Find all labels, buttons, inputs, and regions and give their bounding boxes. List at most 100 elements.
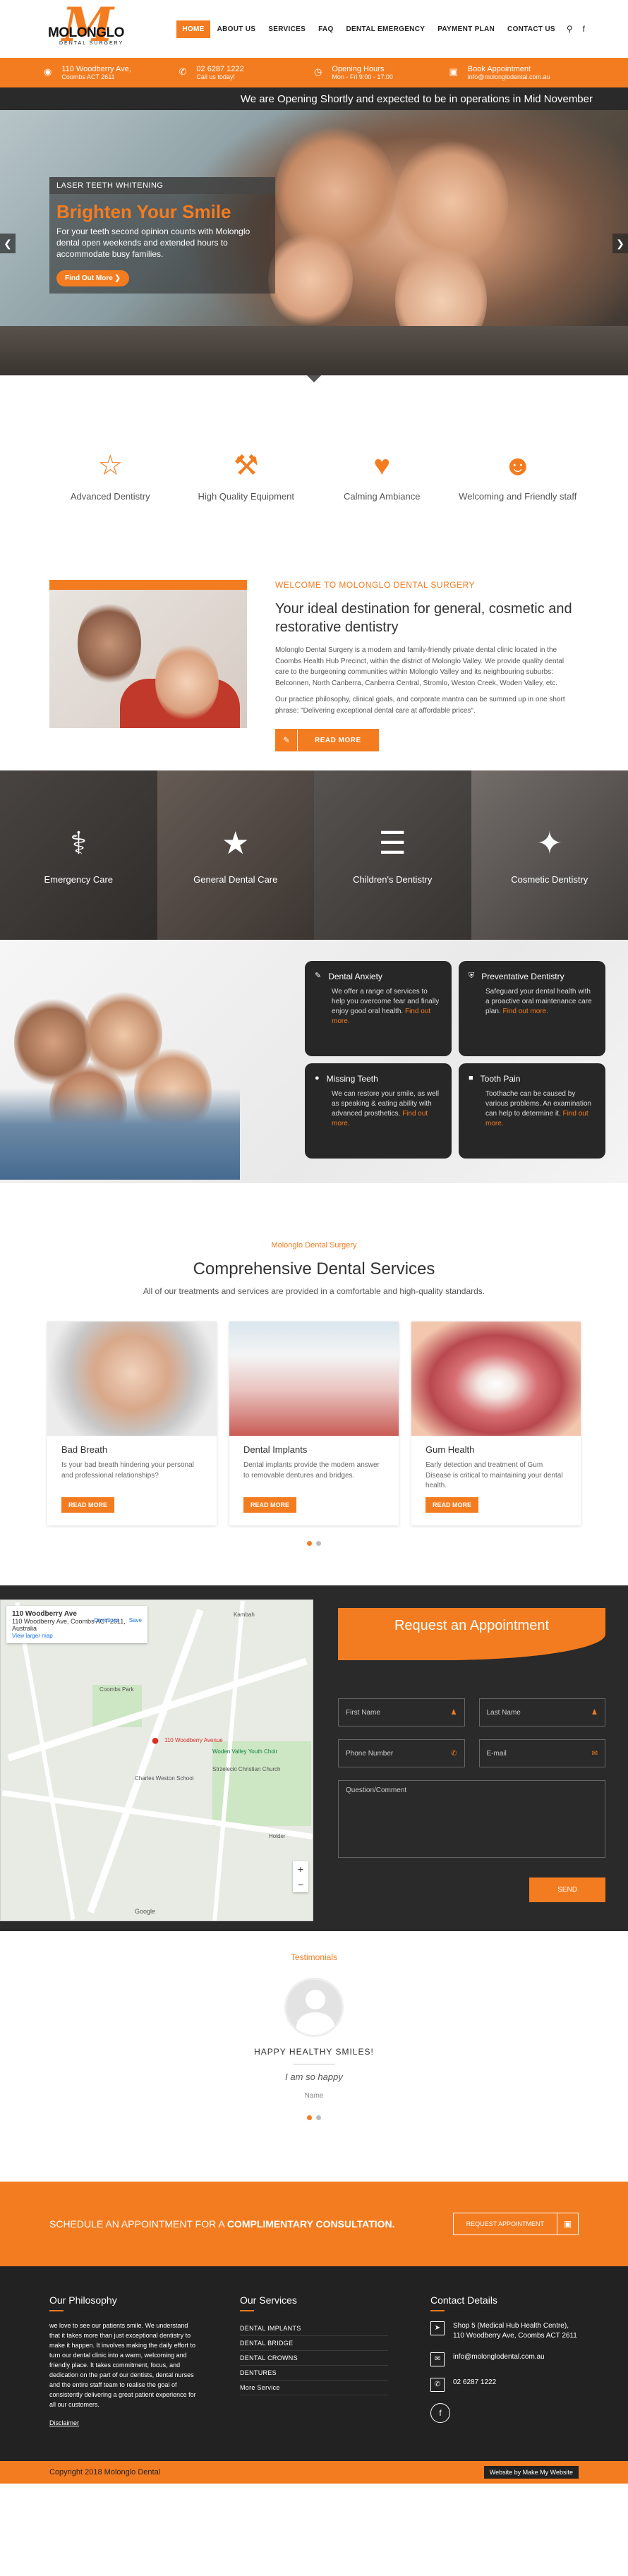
slider-next-button[interactable]: ❯ <box>612 234 628 253</box>
map-view-larger-link[interactable]: View larger map <box>12 1633 53 1639</box>
footer-heading: Our Philosophy <box>49 2294 117 2306</box>
footer-service-link[interactable]: More Service <box>240 2381 388 2395</box>
disclaimer-link[interactable]: Disclaimer <box>49 2419 198 2426</box>
map-zoom-control[interactable]: + − <box>293 1861 308 1892</box>
feature-ambiance: ♥ Calming Ambiance <box>318 446 445 509</box>
cta-text-b: COMPLIMENTARY CONSULTATION. <box>227 2218 395 2230</box>
carousel-dot-2[interactable] <box>316 1541 321 1546</box>
service-emergency[interactable]: ⚕ Emergency Care <box>0 770 157 940</box>
service-children[interactable]: ☰ Children's Dentistry <box>314 770 471 940</box>
book-email: info@molonglodental.com.au <box>467 73 550 80</box>
hero-caption: LASER TEETH WHITENING Brighten Your Smil… <box>49 177 275 294</box>
hero-sofa <box>0 326 628 375</box>
treatment-read-more-button[interactable]: READ MORE <box>243 1497 297 1513</box>
site-header: M MOLONGLO DENTAL SURGERY HOME ABOUT US … <box>0 0 628 58</box>
testimonial-dot-1[interactable] <box>307 2115 312 2120</box>
google-map[interactable]: 110 Woodberry Ave 110 Woodberry Ave, Coo… <box>0 1600 313 1921</box>
treatment-card-implants: Dental Implants Dental implants provide t… <box>229 1322 399 1525</box>
family-image <box>0 989 261 1180</box>
welcome-paragraph-1: Molonglo Dental Surgery is a modern and … <box>275 646 564 687</box>
facebook-icon[interactable]: f <box>579 24 589 34</box>
first-name-field[interactable]: First Name ♟ <box>338 1698 465 1727</box>
nav-payment-plan[interactable]: PAYMENT PLAN <box>432 20 500 38</box>
treatment-image <box>47 1322 217 1436</box>
location-icon: ◉ <box>44 66 52 77</box>
search-icon[interactable]: ⚲ <box>562 24 577 34</box>
logo[interactable]: M MOLONGLO DENTAL SURGERY <box>44 1 128 54</box>
testimonial-dot-2[interactable] <box>316 2115 321 2120</box>
nav-about[interactable]: ABOUT US <box>212 20 262 38</box>
request-appointment-label: REQUEST APPOINTMENT <box>466 2220 544 2227</box>
cta-bar: SCHEDULE AN APPOINTMENT FOR A COMPLIMENT… <box>0 2182 628 2266</box>
footer-services: Our Services DENTAL IMPLANTS DENTAL BRID… <box>240 2294 388 2461</box>
last-name-field[interactable]: Last Name ♟ <box>478 1698 605 1727</box>
contact-phone[interactable]: ✆ 02 6287 1222 <box>430 2378 579 2392</box>
map-pin-icon[interactable]: ● <box>151 1733 159 1749</box>
phone-field[interactable]: Phone Number ✆ <box>338 1739 465 1767</box>
info-book[interactable]: ▣ Book Appointment info@molonglodental.co… <box>449 65 585 80</box>
map-label: Kambah <box>234 1611 255 1618</box>
slider-prev-button[interactable]: ❮ <box>0 234 16 253</box>
hero-find-out-button[interactable]: Find Out More ❯ <box>56 270 129 286</box>
treatment-image <box>229 1322 399 1436</box>
testimonial-quote: I am so happy <box>285 2072 343 2082</box>
footer-service-link[interactable]: DENTURES <box>240 2366 388 2381</box>
mail-icon: ✉ <box>430 2352 445 2366</box>
card-title: Preventative Dentistry <box>481 972 564 981</box>
contact-email[interactable]: ✉ info@molonglodental.com.au <box>430 2352 579 2366</box>
address-line2: Coombs ACT 2611 <box>61 73 115 80</box>
service-cosmetic[interactable]: ✦ Cosmetic Dentistry <box>471 770 628 940</box>
nav-services[interactable]: SERVICES <box>262 20 311 38</box>
first-name-placeholder: First Name <box>346 1708 380 1717</box>
hero-person-boy <box>268 230 353 329</box>
bulb-icon: ● <box>315 1074 320 1082</box>
facebook-icon[interactable]: f <box>430 2403 450 2423</box>
heading-underline <box>430 2310 445 2311</box>
footer-service-link[interactable]: DENTAL BRIDGE <box>240 2336 388 2351</box>
map-place-name: 110 Woodberry Ave <box>12 1610 77 1618</box>
phone-icon: ✆ <box>430 2378 445 2392</box>
request-appointment-button[interactable]: REQUEST APPOINTMENT ▣ <box>452 2213 579 2235</box>
map-road <box>87 1609 204 1913</box>
info-address: ◉ 110 Woodberry Ave, Coombs ACT 2611 <box>44 65 179 80</box>
nav-contact[interactable]: CONTACT US <box>502 20 561 38</box>
phone-number: 02 6287 1222 <box>196 65 244 73</box>
card-find-out-more-link[interactable]: Find out more. <box>502 1008 548 1015</box>
website-by-link[interactable]: Website by Make My Website <box>483 2466 579 2479</box>
google-logo: Google <box>135 1908 156 1915</box>
treatment-read-more-button[interactable]: READ MORE <box>61 1497 115 1513</box>
map-directions-link[interactable]: Directions <box>94 1617 119 1623</box>
service-label: Emergency Care <box>44 874 114 885</box>
service-label: Children's Dentistry <box>353 874 433 885</box>
nav-home[interactable]: HOME <box>176 20 210 38</box>
map-info-card: 110 Woodberry Ave 110 Woodberry Ave, Coo… <box>6 1606 147 1643</box>
info-phone[interactable]: ✆ 02 6287 1222 Call us today! <box>179 65 315 80</box>
copyright-text: Copyright 2018 Molonglo Dental <box>49 2468 161 2477</box>
feature-label: Welcoming and Friendly staff <box>459 491 577 502</box>
map-save-link[interactable]: Save <box>129 1617 142 1623</box>
nav-emergency[interactable]: DENTAL EMERGENCY <box>341 20 431 38</box>
treatment-read-more-button[interactable]: READ MORE <box>425 1497 479 1513</box>
comprehensive-section: Molonglo Dental Surgery Comprehensive De… <box>0 1183 628 1585</box>
dental-tools-icon: ⚒ <box>233 450 259 481</box>
hand-heart-icon: ♥ <box>373 450 391 481</box>
map-label: Charles Weston School <box>135 1775 194 1782</box>
welcome-read-more-button[interactable]: ✎ READ MORE <box>275 729 379 751</box>
email-field[interactable]: E-mail ✉ <box>478 1739 605 1767</box>
footer-service-link[interactable]: DENTAL IMPLANTS <box>240 2321 388 2336</box>
problems-section: ✎ Dental Anxiety We offer a range of servi… <box>0 940 628 1183</box>
address-line1: 110 Woodberry Ave, <box>61 65 131 73</box>
card-dental-anxiety: ✎ Dental Anxiety We offer a range of servi… <box>305 961 452 1056</box>
footer-philosophy: Our Philosophy we love to see our patien… <box>49 2294 198 2461</box>
service-general[interactable]: ★ General Dental Care <box>157 770 314 940</box>
cta-text: SCHEDULE AN APPOINTMENT FOR A COMPLIMENT… <box>49 2218 453 2230</box>
question-field[interactable]: Question/Comment <box>338 1780 605 1858</box>
map-label: Woden Valley Youth Choir <box>212 1748 278 1755</box>
send-button[interactable]: SEND <box>529 1877 605 1902</box>
footer-service-link[interactable]: DENTAL CROWNS <box>240 2351 388 2366</box>
info-hours: ◷ Opening Hours Mon - Fri 9:00 - 17:00 <box>314 65 449 80</box>
nav-faq[interactable]: FAQ <box>313 20 339 38</box>
comp-subtitle: All of our treatments and services are p… <box>143 1286 485 1296</box>
carousel-dot-1[interactable] <box>307 1541 312 1546</box>
treatment-text: Dental implants provide the modern answe… <box>243 1461 380 1480</box>
